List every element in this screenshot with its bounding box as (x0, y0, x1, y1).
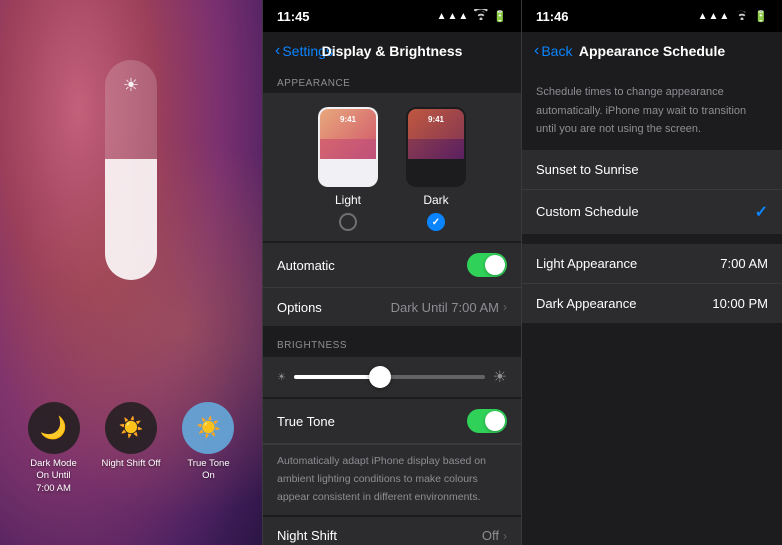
true-tone-description: Automatically adapt iPhone display based… (263, 444, 521, 515)
schedule-description: Schedule times to change appearance auto… (522, 70, 782, 148)
signal-icon: ▲▲▲ (437, 11, 470, 22)
night-shift-label: Night Shift Off (102, 458, 161, 470)
schedule-options: Sunset to Sunrise Custom Schedule ✓ (522, 150, 782, 234)
true-tone-row[interactable]: True Tone (263, 399, 521, 444)
night-shift-row-label: Night Shift (277, 528, 337, 543)
night-shift-button[interactable]: ☀️ Night Shift Off (102, 402, 161, 495)
night-shift-icon-circle: ☀️ (105, 402, 157, 454)
control-center-panel: ☀ 🌙 Dark ModeOn Until7:00 AM ☀️ Night Sh… (0, 0, 262, 545)
light-mode-option[interactable]: 9:41 Light (318, 107, 378, 231)
brightness-slider-row: ☀ ☀ (277, 367, 507, 387)
brightness-sun-icon: ☀ (120, 74, 142, 96)
true-tone-label: True Tone (277, 414, 335, 429)
true-tone-desc-text: Automatically adapt iPhone display based… (277, 455, 486, 503)
wifi-icon (474, 9, 488, 23)
options-label: Options (277, 300, 322, 315)
light-appearance-label: Light Appearance (536, 256, 637, 271)
back-label-3: Back (541, 43, 572, 59)
dark-mode-preview: 9:41 (406, 107, 466, 187)
dark-mode-button[interactable]: 🌙 Dark ModeOn Until7:00 AM (28, 402, 80, 495)
night-shift-row[interactable]: Night Shift Off › (263, 517, 521, 545)
status-time-3: 11:46 (536, 9, 569, 24)
signal-icon-3: ▲▲▲ (698, 11, 731, 22)
dark-appearance-label: Dark Appearance (536, 296, 636, 311)
back-chevron-icon-3: ‹ (534, 42, 539, 60)
brightness-fill (294, 375, 380, 379)
statusbar-2: 11:45 ▲▲▲ 🔋 (263, 0, 521, 32)
automatic-row[interactable]: Automatic (263, 243, 521, 288)
checkmark-icon: ✓ (755, 202, 768, 222)
light-mode-radio[interactable] (339, 213, 357, 231)
true-tone-cc-label: True ToneOn (187, 458, 229, 483)
dark-mode-label: Dark ModeOn Until7:00 AM (30, 458, 76, 495)
dark-mode-icon-circle: 🌙 (28, 402, 80, 454)
back-chevron-icon: ‹ (275, 42, 280, 60)
night-shift-value: Off › (482, 528, 507, 543)
true-tone-toggle[interactable] (467, 409, 507, 433)
status-icons-3: ▲▲▲ 🔋 (698, 9, 768, 23)
brightness-max-icon: ☀ (493, 367, 507, 387)
brightness-thumb[interactable] (369, 366, 391, 388)
automatic-label: Automatic (277, 258, 335, 273)
dark-preview-time: 9:41 (428, 115, 444, 124)
time-rows-container: Light Appearance 7:00 AM Dark Appearance… (522, 244, 782, 323)
light-mode-preview: 9:41 (318, 107, 378, 187)
options-value: Dark Until 7:00 AM › (391, 300, 507, 315)
brightness-min-icon: ☀ (277, 372, 286, 383)
dark-screen-wallpaper-mid (408, 139, 464, 159)
options-chevron-icon: › (503, 300, 507, 314)
cc-bottom-icons: 🌙 Dark ModeOn Until7:00 AM ☀️ Night Shif… (0, 402, 262, 495)
light-appearance-time: 7:00 AM (720, 256, 768, 271)
light-appearance-row[interactable]: Light Appearance 7:00 AM (522, 244, 782, 284)
dark-screen-wallpaper-top: 9:41 (408, 109, 464, 139)
page-title-3: Appearance Schedule (579, 43, 725, 59)
appearance-section-label: APPEARANCE (263, 70, 521, 93)
night-shift-value-text: Off (482, 528, 499, 543)
nav-header-3: ‹ Back Appearance Schedule (522, 32, 782, 70)
statusbar-3: 11:46 ▲▲▲ 🔋 (522, 0, 782, 32)
sunset-label: Sunset to Sunrise (536, 162, 639, 177)
light-screen-wallpaper-mid (320, 139, 376, 159)
automatic-toggle[interactable] (467, 253, 507, 277)
custom-label: Custom Schedule (536, 204, 639, 219)
light-preview-time: 9:41 (340, 115, 356, 124)
brightness-slider[interactable]: ☀ (105, 60, 157, 280)
sunset-sunrise-row[interactable]: Sunset to Sunrise (522, 150, 782, 190)
brightness-section-label: BRIGHTNESS (263, 332, 521, 355)
schedule-desc-text: Schedule times to change appearance auto… (536, 86, 746, 135)
back-button-3[interactable]: ‹ Back (534, 42, 572, 60)
options-value-text: Dark Until 7:00 AM (391, 300, 499, 315)
dark-appearance-time: 10:00 PM (712, 296, 768, 311)
night-shift-chevron-icon: › (503, 529, 507, 543)
status-icons-2: ▲▲▲ 🔋 (437, 9, 507, 23)
wifi-icon-3 (735, 9, 749, 23)
options-row[interactable]: Options Dark Until 7:00 AM › (263, 288, 521, 326)
appearance-selector: 9:41 Light 9:41 (263, 93, 521, 241)
battery-icon: 🔋 (493, 10, 507, 23)
light-mode-label: Light (335, 193, 361, 207)
display-brightness-panel: 11:45 ▲▲▲ 🔋 ‹ Settings Display & Brightn… (262, 0, 522, 545)
custom-schedule-row[interactable]: Custom Schedule ✓ (522, 190, 782, 234)
brightness-slider-section: ☀ ☀ (263, 357, 521, 397)
dark-mode-option[interactable]: 9:41 Dark (406, 107, 466, 231)
mode-options-container: 9:41 Light 9:41 (277, 107, 507, 231)
dark-appearance-row[interactable]: Dark Appearance 10:00 PM (522, 284, 782, 323)
brightness-track[interactable] (294, 375, 485, 379)
dark-screen: 9:41 (408, 109, 464, 185)
light-screen: 9:41 (320, 109, 376, 185)
appearance-schedule-panel: 11:46 ▲▲▲ 🔋 ‹ Back Appearance Schedule S… (522, 0, 782, 545)
brightness-fill (105, 159, 157, 280)
light-screen-wallpaper-top: 9:41 (320, 109, 376, 139)
nav-header-2: ‹ Settings Display & Brightness (263, 32, 521, 70)
battery-icon-3: 🔋 (754, 10, 768, 23)
true-tone-button[interactable]: ☀️ True ToneOn (182, 402, 234, 495)
dark-mode-label: Dark (423, 193, 448, 207)
page-title-2: Display & Brightness (322, 43, 463, 59)
true-tone-icon-circle: ☀️ (182, 402, 234, 454)
dark-mode-radio[interactable] (427, 213, 445, 231)
status-time-2: 11:45 (277, 9, 310, 24)
